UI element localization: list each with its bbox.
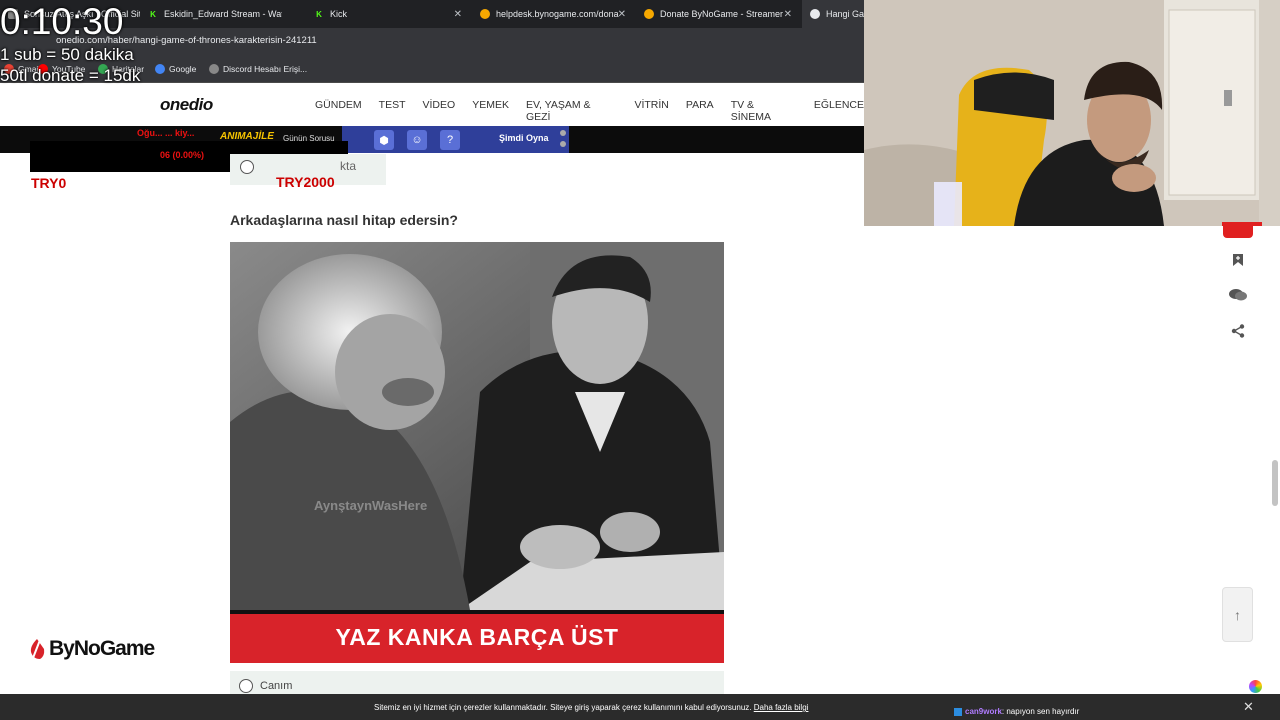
- nav-tv-sinema[interactable]: TV & SİNEMA: [731, 99, 797, 123]
- donation-amount-right: TRY2000: [276, 174, 335, 190]
- nav-ev-yasam-gezi[interactable]: EV, YAŞAM & GEZİ: [526, 99, 617, 123]
- cookie-banner: Sitemiz en iyi hizmet için çerezler kull…: [0, 694, 1280, 720]
- cookie-more-info-link[interactable]: Daha fazla bilgi: [754, 703, 809, 712]
- bynogame-favicon-icon: [480, 9, 490, 19]
- close-tab-icon[interactable]: ✕: [784, 9, 792, 20]
- image-caption-band: YAZ KANKA BARÇA ÜST: [230, 610, 724, 663]
- share-icon[interactable]: [1228, 321, 1248, 341]
- tab-6-active[interactable]: Hangi Gam: [802, 0, 864, 28]
- assistant-icon[interactable]: [1249, 680, 1262, 693]
- kick-icon: K: [150, 9, 156, 19]
- carousel-dot[interactable]: [560, 130, 566, 136]
- stream-chat-message: can9work: napıyon sen hayırdır: [954, 707, 1079, 716]
- nav-video[interactable]: VİDEO: [423, 99, 456, 123]
- bookmark-discord[interactable]: Discord Hesabı Erişi...: [209, 64, 307, 74]
- tab-label: Eskidin_Edward Stream - Watch: [164, 9, 282, 19]
- question-icon: ?: [440, 130, 460, 150]
- bynogame-favicon-icon: [644, 9, 654, 19]
- tab-3[interactable]: K Kick ✕: [306, 0, 468, 28]
- close-icon[interactable]: ✕: [1243, 699, 1254, 715]
- comments-icon[interactable]: [1228, 285, 1248, 305]
- chat-badge-icon: [954, 707, 962, 716]
- people-icon: ☺: [407, 130, 427, 150]
- nav-gundem[interactable]: GÜNDEM: [315, 99, 362, 123]
- image-caption: YAZ KANKA BARÇA ÜST: [335, 624, 619, 650]
- radio-button[interactable]: [240, 160, 254, 174]
- close-tab-icon[interactable]: ✕: [454, 9, 462, 20]
- globe-icon: [209, 64, 219, 74]
- chat-username: can9work: [965, 707, 1002, 716]
- browser-tab-bar: Sonsuz Ateş Aşkı | Official Site K Eskid…: [0, 0, 864, 28]
- einstein-oppenheimer-photo: [230, 242, 724, 610]
- google-icon: [155, 64, 165, 74]
- tab-4[interactable]: helpdesk.bynogame.com/dona ✕: [472, 0, 632, 28]
- nav-vitrin[interactable]: VİTRİN: [634, 99, 668, 123]
- stream-timer: 0:10:30: [0, 1, 124, 42]
- sub-rule-text: 1 sub = 50 dakika: [0, 45, 134, 64]
- tab-2[interactable]: K Eskidin_Edward Stream - Watch: [140, 0, 282, 28]
- bynogame-logo: ByNoGame: [28, 637, 155, 661]
- bynogame-name: ByNoGame: [49, 637, 155, 660]
- bookmark-google[interactable]: Google: [155, 64, 196, 74]
- close-tab-icon[interactable]: ✕: [618, 9, 626, 20]
- nav-test[interactable]: TEST: [379, 99, 406, 123]
- arrow-up-icon: ↑: [1234, 606, 1241, 623]
- main-nav: GÜNDEM TEST VİDEO YEMEK EV, YAŞAM & GEZİ…: [315, 99, 864, 123]
- chat-message-text: : napıyon sen hayırdır: [1001, 707, 1080, 716]
- page-scrollbar-thumb[interactable]: [1272, 460, 1278, 506]
- quiz-question: Arkadaşlarına nasıl hitap edersin?: [230, 212, 458, 228]
- tab-5[interactable]: Donate ByNoGame - Streamer ✕: [636, 0, 798, 28]
- quiz-image: AynştaynWasHere: [230, 242, 724, 610]
- carousel-dot[interactable]: [560, 141, 566, 147]
- tab-label: Donate ByNoGame - Streamer: [660, 9, 784, 19]
- tab-label: helpdesk.bynogame.com/dona: [496, 9, 619, 19]
- bynogame-mark-icon: [30, 639, 45, 659]
- red-tab[interactable]: [1223, 226, 1253, 238]
- onedio-favicon-icon: [810, 9, 820, 19]
- option-text-fragment: kta: [340, 159, 357, 173]
- cookie-text: Sitemiz en iyi hizmet için çerezler kull…: [374, 703, 809, 712]
- nav-para[interactable]: PARA: [686, 99, 714, 123]
- tab-label: Kick: [330, 9, 348, 19]
- cube-icon: ⬢: [374, 130, 394, 150]
- overlay-red-text: Oğu... ... kiy...: [137, 128, 195, 138]
- bookmark-icon[interactable]: [1228, 250, 1248, 270]
- tab-label: Hangi Gam: [826, 9, 864, 19]
- streamer-webcam-feed: [864, 0, 1280, 226]
- answer-text: Canım: [260, 680, 293, 692]
- overlay-red-percent: 06 (0.00%): [160, 150, 205, 160]
- radio-button[interactable]: [239, 679, 253, 693]
- play-now-button[interactable]: Şimdi Oyna: [499, 133, 549, 143]
- nav-yemek[interactable]: YEMEK: [472, 99, 509, 123]
- webcam-overlay: [864, 0, 1280, 226]
- nav-eglence[interactable]: EĞLENCE: [814, 99, 864, 123]
- donate-rule-text: 50tl donate = 15dk: [0, 66, 141, 85]
- kick-icon: K: [316, 9, 322, 19]
- scroll-to-top-button[interactable]: ↑: [1222, 587, 1253, 642]
- onedio-logo[interactable]: onedio: [160, 95, 213, 115]
- image-watermark: AynştaynWasHere: [314, 498, 428, 513]
- site-header: onedio GÜNDEM TEST VİDEO YEMEK EV, YAŞAM…: [0, 84, 864, 126]
- donation-amount-left: TRY0: [31, 175, 67, 191]
